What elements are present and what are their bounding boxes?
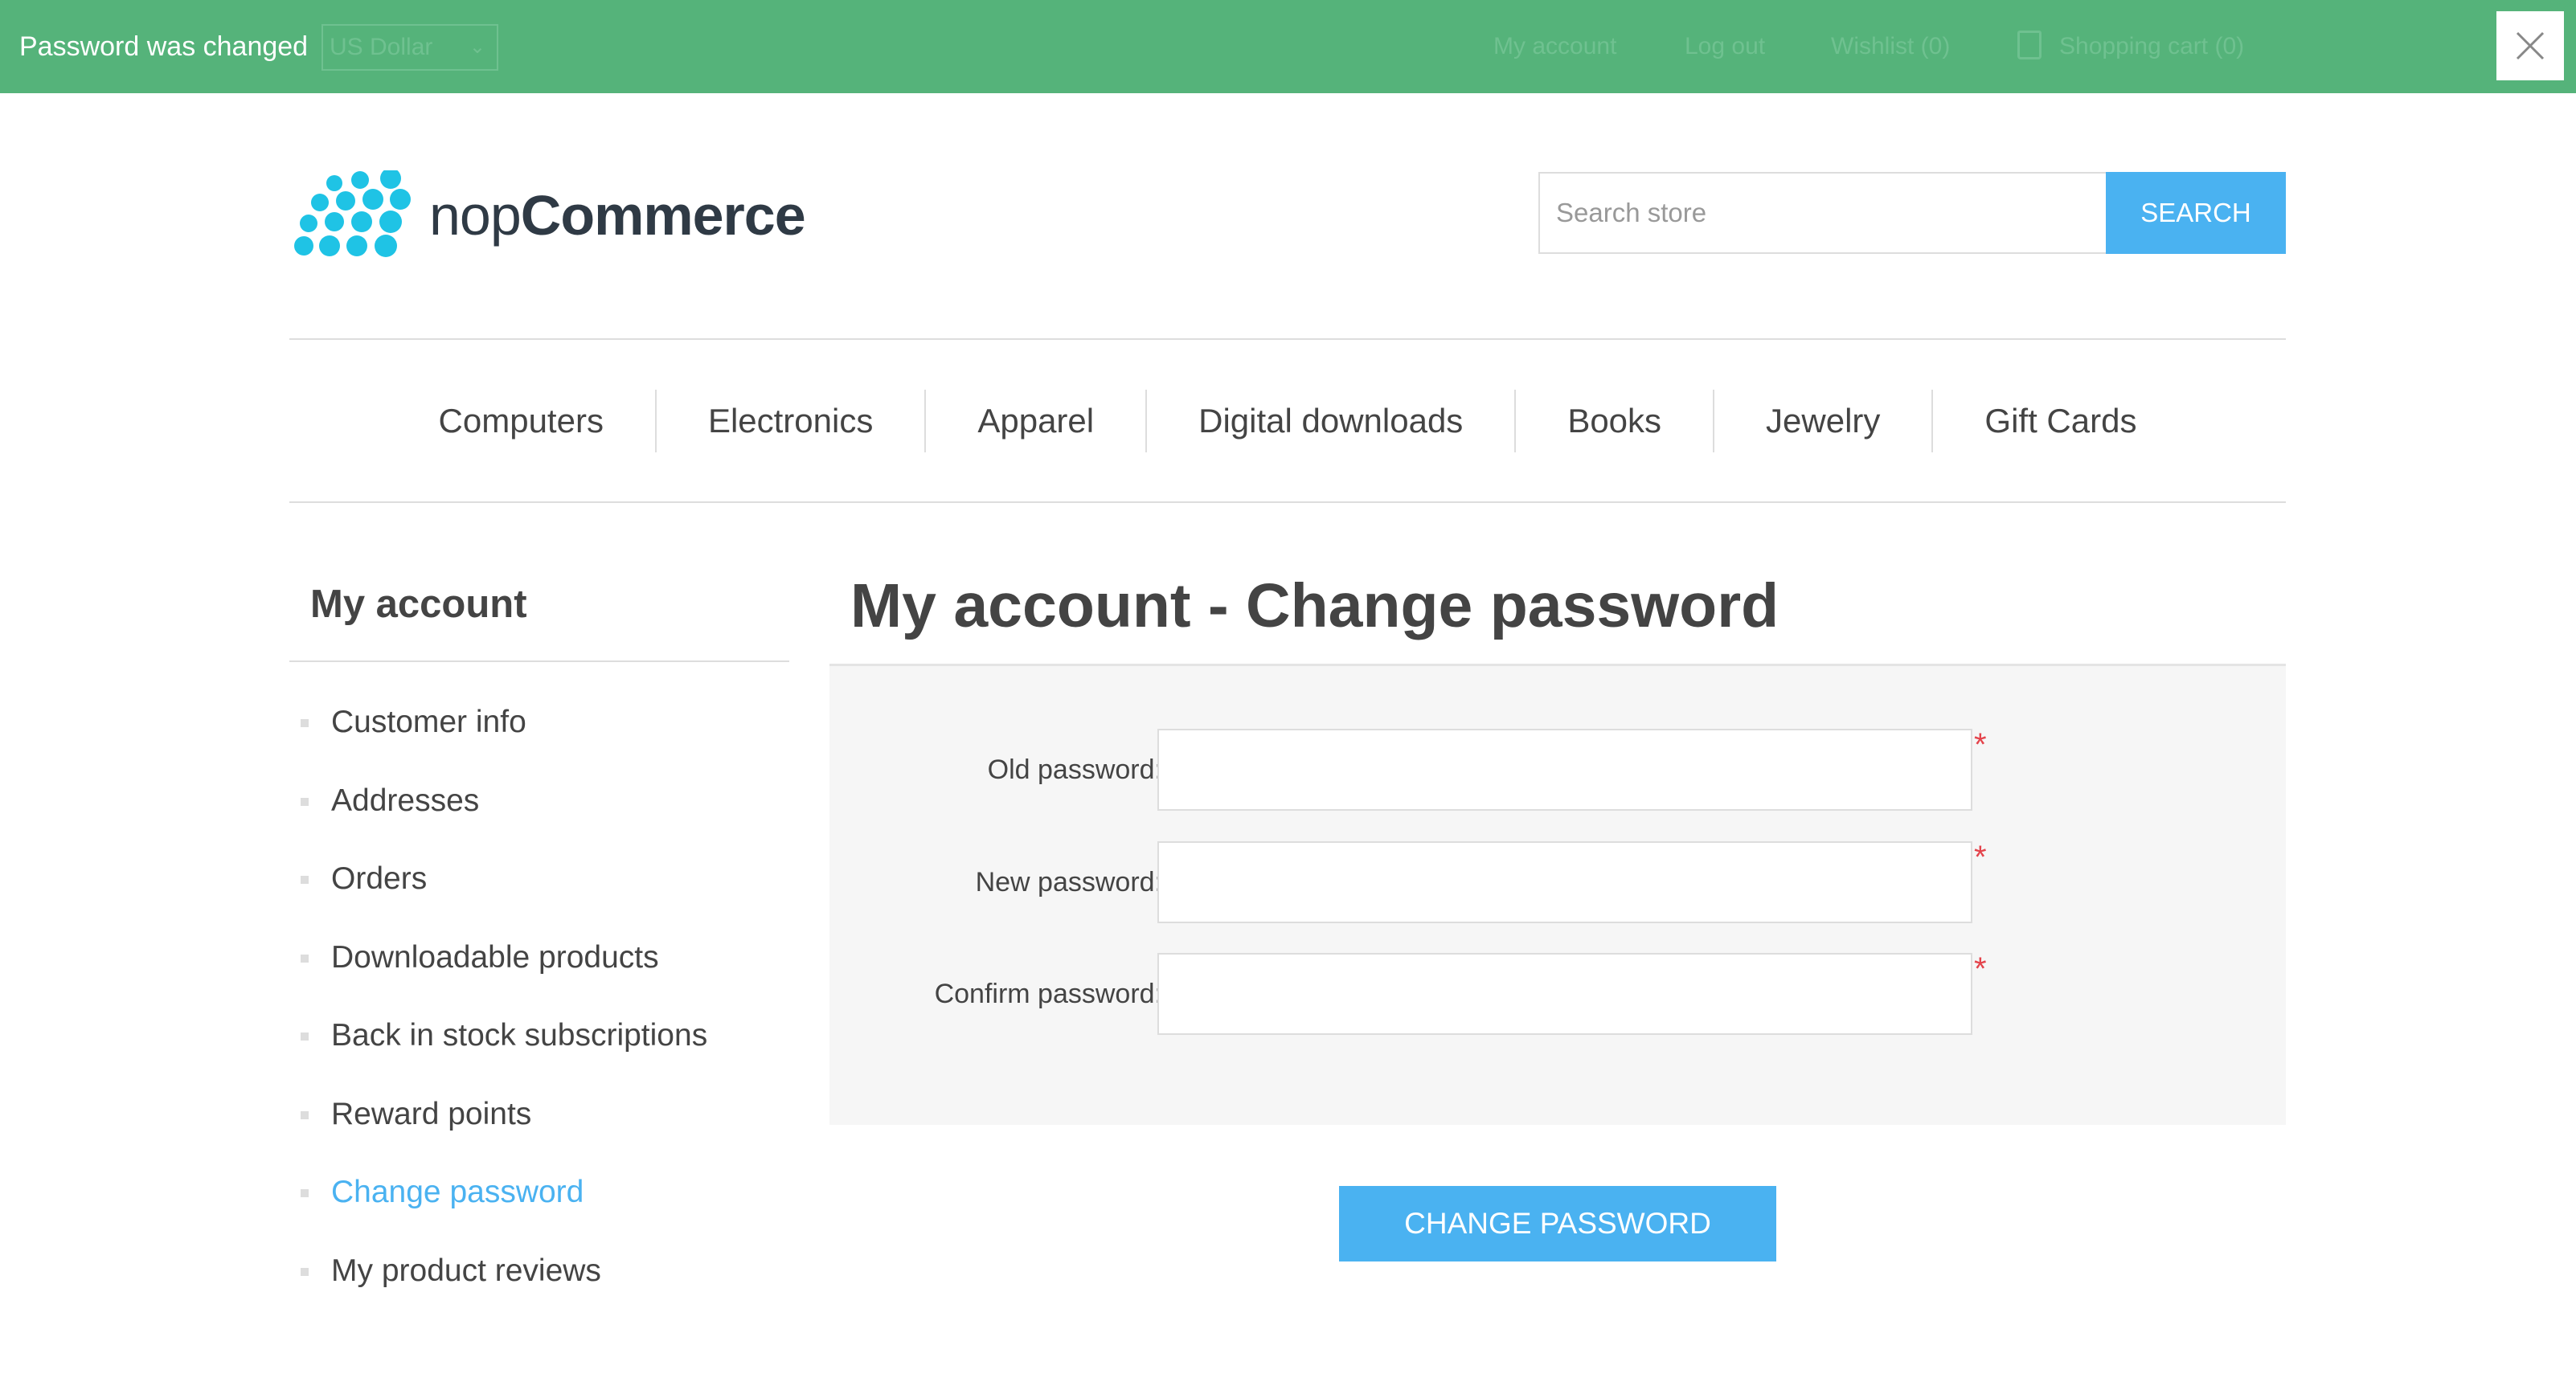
notification-bar: US Dollar ⌄ My account Log out Wishlist … xyxy=(0,0,2576,93)
header-link-my-account[interactable]: My account xyxy=(1493,0,1616,93)
currency-selector[interactable]: US Dollar ⌄ xyxy=(321,24,498,71)
menu-divider-bottom xyxy=(289,501,2286,503)
required-mark: * xyxy=(1974,727,1987,763)
notification-message: Password was changed xyxy=(19,31,309,62)
new-password-field[interactable] xyxy=(1157,841,1972,923)
side-nav-item-addresses[interactable]: Addresses xyxy=(289,762,789,840)
close-icon xyxy=(2516,31,2545,60)
confirm-password-label: Confirm password: xyxy=(934,979,1162,1009)
bullet-icon xyxy=(301,797,309,806)
confirm-password-row: Confirm password: * xyxy=(829,951,2286,1035)
top-menu-item-jewelry[interactable]: Jewelry xyxy=(1713,389,1931,452)
side-nav-item-label: Orders xyxy=(331,861,428,896)
logo-dots-icon xyxy=(294,170,411,257)
side-nav-list: Customer info Addresses Orders Downloada… xyxy=(289,683,789,1310)
required-mark: * xyxy=(1974,951,1987,987)
logo-text-light: nop xyxy=(429,184,522,247)
side-nav-divider xyxy=(289,660,789,662)
top-menu: Computers Electronics Apparel Digital do… xyxy=(289,340,2286,501)
change-password-form: Old password: * New password: * Confirm … xyxy=(829,664,2286,1125)
shopping-bag-icon xyxy=(2017,31,2042,59)
new-password-row: New password: * xyxy=(829,840,2286,923)
side-nav-item-label: Addresses xyxy=(331,783,480,818)
side-nav-item-customer-info[interactable]: Customer info xyxy=(289,683,789,762)
header-link-log-out[interactable]: Log out xyxy=(1685,0,1765,93)
top-menu-item-computers[interactable]: Computers xyxy=(387,390,655,452)
search-button[interactable]: SEARCH xyxy=(2106,172,2286,254)
bullet-icon xyxy=(301,1110,309,1119)
bullet-icon xyxy=(301,1189,309,1197)
header-link-wishlist[interactable]: Wishlist (0) xyxy=(1831,0,1950,93)
top-menu-item-electronics[interactable]: Electronics xyxy=(654,389,924,452)
old-password-row: Old password: * xyxy=(829,727,2286,811)
side-nav-item-label: Reward points xyxy=(331,1096,532,1131)
side-nav-item-label: Back in stock subscriptions xyxy=(331,1018,708,1053)
old-password-field[interactable] xyxy=(1157,729,1972,811)
logo-text-bold: Commerce xyxy=(520,184,806,247)
top-menu-item-gift-cards[interactable]: Gift Cards xyxy=(1931,389,2188,452)
page-title: My account - Change password xyxy=(850,571,1779,640)
side-nav-item-label: Customer info xyxy=(331,705,526,739)
top-menu-item-books[interactable]: Books xyxy=(1514,389,1713,452)
top-menu-item-digital-downloads[interactable]: Digital downloads xyxy=(1145,389,1514,452)
change-password-button[interactable]: CHANGE PASSWORD xyxy=(1339,1186,1776,1261)
header-link-shopping-cart[interactable]: Shopping cart (0) xyxy=(2059,0,2244,93)
search-input[interactable] xyxy=(1538,172,2106,254)
side-nav-item-back-in-stock[interactable]: Back in stock subscriptions xyxy=(289,996,789,1075)
bullet-icon xyxy=(301,1032,309,1041)
store-logo[interactable]: nopCommerce xyxy=(293,170,807,260)
logo-wordmark: nopCommerce xyxy=(429,183,806,247)
side-nav-item-orders[interactable]: Orders xyxy=(289,840,789,918)
new-password-label: New password: xyxy=(975,867,1162,898)
side-nav-item-label: My product reviews xyxy=(331,1253,601,1288)
required-mark: * xyxy=(1974,840,1987,875)
top-menu-item-apparel[interactable]: Apparel xyxy=(924,389,1145,452)
bullet-icon xyxy=(301,719,309,727)
side-nav-item-label: Change password xyxy=(331,1175,584,1209)
confirm-password-field[interactable] xyxy=(1157,953,1972,1035)
side-nav-item-change-password[interactable]: Change password xyxy=(289,1153,789,1232)
bullet-icon xyxy=(301,876,309,884)
old-password-label: Old password: xyxy=(987,754,1162,785)
currency-selector-value: US Dollar xyxy=(330,34,433,60)
bullet-icon xyxy=(301,954,309,963)
side-nav-item-reward-points[interactable]: Reward points xyxy=(289,1075,789,1154)
side-nav-item-product-reviews[interactable]: My product reviews xyxy=(289,1232,789,1311)
chevron-down-icon: ⌄ xyxy=(469,36,485,58)
side-nav-item-downloadable-products[interactable]: Downloadable products xyxy=(289,918,789,997)
notification-close-button[interactable] xyxy=(2496,11,2564,80)
side-nav-item-label: Downloadable products xyxy=(331,939,659,975)
bullet-icon xyxy=(301,1267,309,1276)
side-nav-title: My account xyxy=(310,583,527,626)
